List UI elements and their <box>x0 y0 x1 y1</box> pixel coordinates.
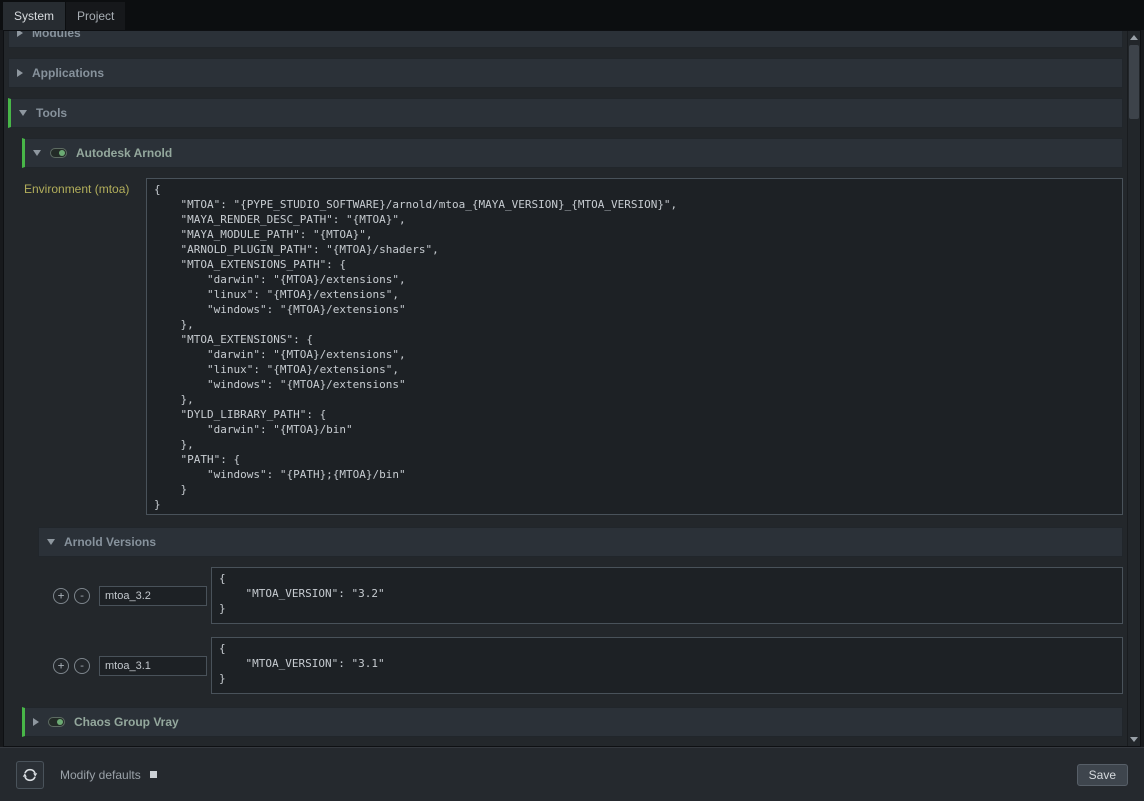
modify-defaults-label: Modify defaults <box>60 768 141 782</box>
toggle-knob-icon <box>57 719 63 725</box>
add-version-button[interactable]: + <box>53 588 69 604</box>
chevron-right-icon <box>17 69 23 77</box>
environment-label: Environment (mtoa) <box>24 178 146 196</box>
section-title-modules: Modules <box>32 31 81 40</box>
tab-project[interactable]: Project <box>66 2 125 30</box>
modified-indicator <box>150 771 157 778</box>
section-title-chaos-group-vray: Chaos Group Vray <box>74 715 179 729</box>
chevron-down-icon <box>19 110 27 116</box>
vray-enabled-toggle[interactable] <box>48 717 65 727</box>
section-title-tools: Tools <box>36 106 67 120</box>
version-json-input[interactable]: { "MTOA_VERSION": "3.1" } <box>211 637 1123 694</box>
settings-window: System Project Modules Applications Tool… <box>0 0 1144 801</box>
tab-system[interactable]: System <box>3 2 65 30</box>
scroll-up-button[interactable] <box>1128 31 1140 44</box>
triangle-up-icon <box>1130 35 1138 40</box>
section-header-applications[interactable]: Applications <box>8 58 1123 88</box>
add-version-button[interactable]: + <box>53 658 69 674</box>
scrollbar-thumb[interactable] <box>1129 45 1139 119</box>
section-title-autodesk-arnold: Autodesk Arnold <box>76 146 172 160</box>
section-header-modules[interactable]: Modules <box>8 31 1123 48</box>
remove-version-button[interactable]: - <box>74 588 90 604</box>
arnold-enabled-toggle[interactable] <box>50 148 67 158</box>
refresh-icon <box>22 767 38 783</box>
remove-version-button[interactable]: - <box>74 658 90 674</box>
version-row-controls: + - <box>53 588 90 604</box>
arnold-versions-section: Arnold Versions + - { "MTOA_VERSION <box>38 527 1123 694</box>
section-header-arnold-versions[interactable]: Arnold Versions <box>38 527 1123 557</box>
version-row: + - { "MTOA_VERSION": "3.1" } <box>38 637 1123 694</box>
section-header-chaos-group-vray[interactable]: Chaos Group Vray <box>22 707 1123 737</box>
chevron-right-icon <box>17 31 23 37</box>
environment-row: Environment (mtoa) { "MTOA": "{PYPE_STUD… <box>24 178 1123 515</box>
tab-bar: System Project <box>0 0 1144 30</box>
save-button[interactable]: Save <box>1077 764 1128 786</box>
section-title-applications: Applications <box>32 66 104 80</box>
section-header-autodesk-arnold[interactable]: Autodesk Arnold <box>22 138 1123 168</box>
version-row: + - { "MTOA_VERSION": "3.2" } <box>38 567 1123 624</box>
settings-main-area: Modules Applications Tools Autod <box>3 30 1141 747</box>
tools-section-body: Autodesk Arnold Environment (mtoa) { "MT… <box>20 138 1125 737</box>
version-key-input[interactable] <box>99 656 207 676</box>
section-title-arnold-versions: Arnold Versions <box>64 535 156 549</box>
vertical-scrollbar[interactable] <box>1127 31 1140 746</box>
version-json-input[interactable]: { "MTOA_VERSION": "3.2" } <box>211 567 1123 624</box>
settings-content: Modules Applications Tools Autod <box>4 31 1127 746</box>
chevron-down-icon <box>47 539 55 545</box>
section-header-tools[interactable]: Tools <box>8 98 1123 128</box>
refresh-button[interactable] <box>16 761 44 789</box>
toggle-knob-icon <box>59 150 65 156</box>
version-key-input[interactable] <box>99 586 207 606</box>
environment-json-input[interactable]: { "MTOA": "{PYPE_STUDIO_SOFTWARE}/arnold… <box>146 178 1123 515</box>
chevron-right-icon <box>33 718 39 726</box>
arnold-section-body: Environment (mtoa) { "MTOA": "{PYPE_STUD… <box>20 178 1125 694</box>
scroll-down-button[interactable] <box>1128 733 1140 746</box>
version-row-controls: + - <box>53 658 90 674</box>
arnold-versions-body: + - { "MTOA_VERSION": "3.2" } + <box>38 557 1123 694</box>
triangle-down-icon <box>1130 737 1138 742</box>
chevron-down-icon <box>33 150 41 156</box>
footer-bar: Modify defaults Save <box>0 747 1144 801</box>
